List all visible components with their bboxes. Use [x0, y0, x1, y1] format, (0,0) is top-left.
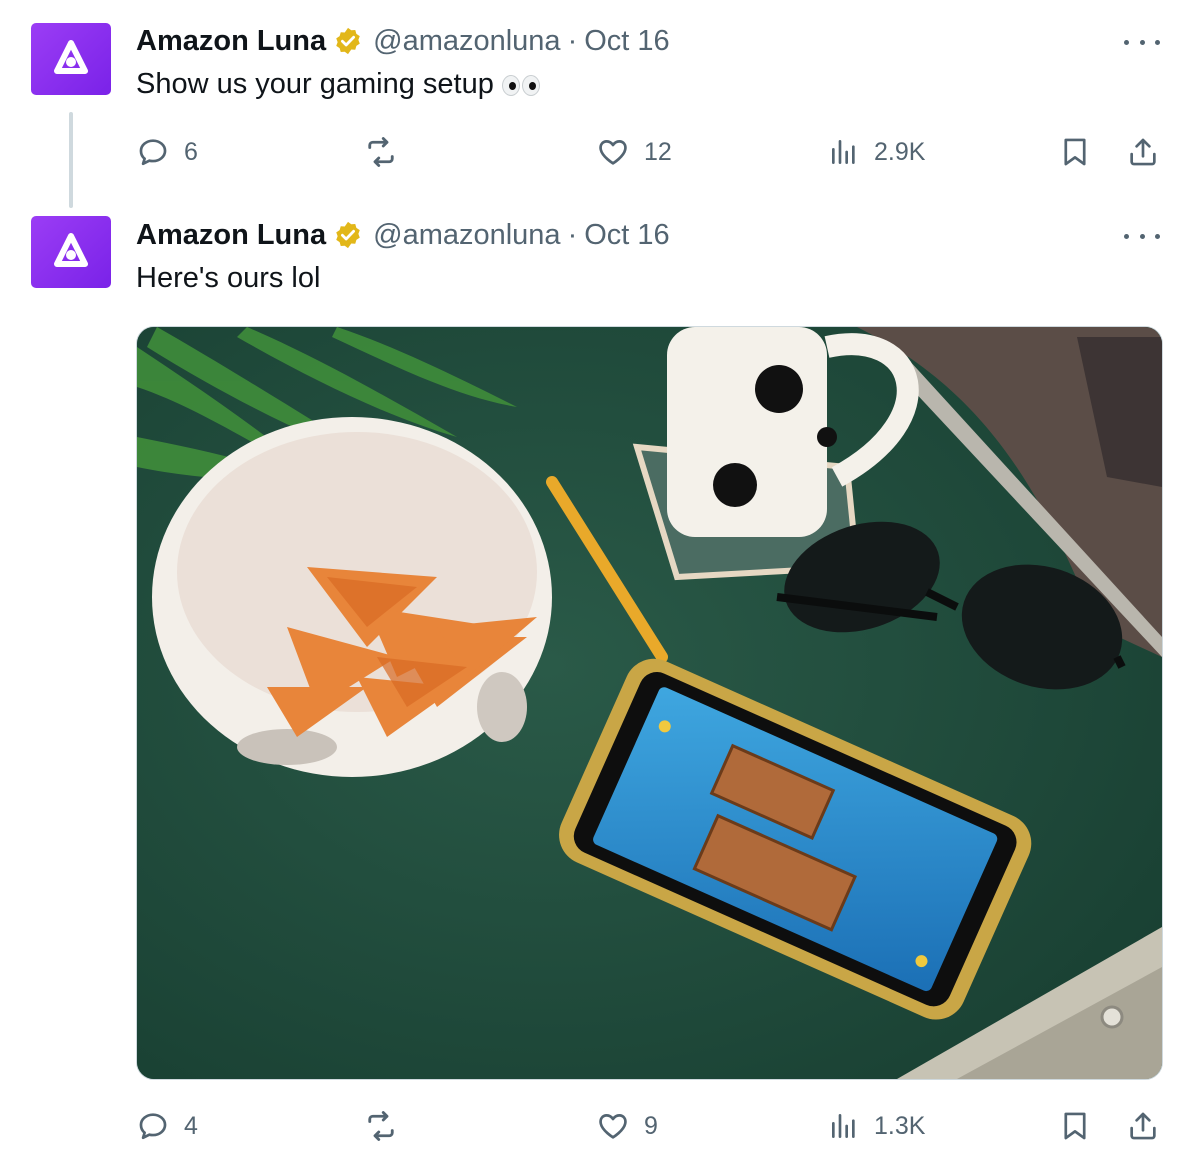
author-handle[interactable]: @amazonluna [373, 219, 560, 252]
views-button[interactable]: 1.3K [828, 1106, 925, 1146]
avatar[interactable] [31, 216, 111, 288]
tweet-actions: 4 9 1.3K [136, 1106, 1166, 1146]
author-name[interactable]: Amazon Luna [136, 25, 326, 58]
repost-icon [368, 137, 394, 167]
reply-icon [139, 1113, 167, 1140]
tweet-media-image[interactable] [136, 326, 1163, 1080]
share-icon [1130, 1112, 1156, 1140]
share-icon [1130, 138, 1156, 166]
reply-button[interactable]: 4 [136, 1106, 198, 1146]
views-count: 1.3K [874, 1111, 926, 1140]
tweet-date[interactable]: Oct 16 [584, 25, 669, 58]
bookmark-button[interactable] [1058, 1106, 1092, 1146]
reply-count: 4 [184, 1111, 198, 1140]
author-handle[interactable]: @amazonluna [373, 25, 560, 58]
repost-button[interactable] [363, 1106, 413, 1146]
amazon-luna-logo-icon [54, 233, 88, 267]
separator: · [567, 218, 578, 251]
reply-button[interactable]: 6 [136, 132, 198, 172]
heart-icon [599, 140, 627, 165]
heart-icon [599, 1114, 627, 1139]
views-count: 2.9K [874, 137, 926, 166]
amazon-luna-logo-icon [54, 40, 88, 74]
more-icon[interactable] [1124, 32, 1160, 52]
tweet-text-content: Show us your gaming setup [136, 68, 494, 100]
eyes-emoji-icon [501, 74, 540, 96]
repost-icon [368, 1111, 394, 1141]
tweet-text: Here's ours lol [136, 262, 321, 294]
tweet-date[interactable]: Oct 16 [584, 219, 669, 252]
like-button[interactable]: 12 [596, 132, 672, 172]
tweet-actions: 6 12 2.9K [136, 132, 1166, 172]
separator: · [567, 24, 578, 57]
share-button[interactable] [1126, 1106, 1160, 1146]
views-icon [832, 1114, 855, 1138]
share-button[interactable] [1126, 132, 1160, 172]
tweet-header: Amazon Luna @amazonluna · Oct 16 [136, 24, 670, 58]
bookmark-button[interactable] [1058, 132, 1092, 172]
bookmark-icon [1064, 138, 1086, 166]
avatar[interactable] [31, 23, 111, 95]
views-icon [832, 140, 855, 164]
like-button[interactable]: 9 [596, 1106, 658, 1146]
author-name[interactable]: Amazon Luna [136, 219, 326, 252]
gaming-setup-photo [137, 327, 1162, 1079]
like-count: 12 [644, 137, 672, 166]
reply-count: 6 [184, 137, 198, 166]
bookmark-icon [1064, 1112, 1086, 1140]
tweet-header: Amazon Luna @amazonluna · Oct 16 [136, 218, 670, 252]
verified-badge-icon [333, 220, 363, 250]
more-icon[interactable] [1124, 226, 1160, 246]
reply-icon [139, 139, 167, 166]
like-count: 9 [644, 1111, 658, 1140]
thread-line [69, 112, 73, 208]
verified-badge-icon [333, 26, 363, 56]
tweet-text: Show us your gaming setup [136, 68, 540, 101]
repost-button[interactable] [363, 132, 413, 172]
views-button[interactable]: 2.9K [828, 132, 925, 172]
